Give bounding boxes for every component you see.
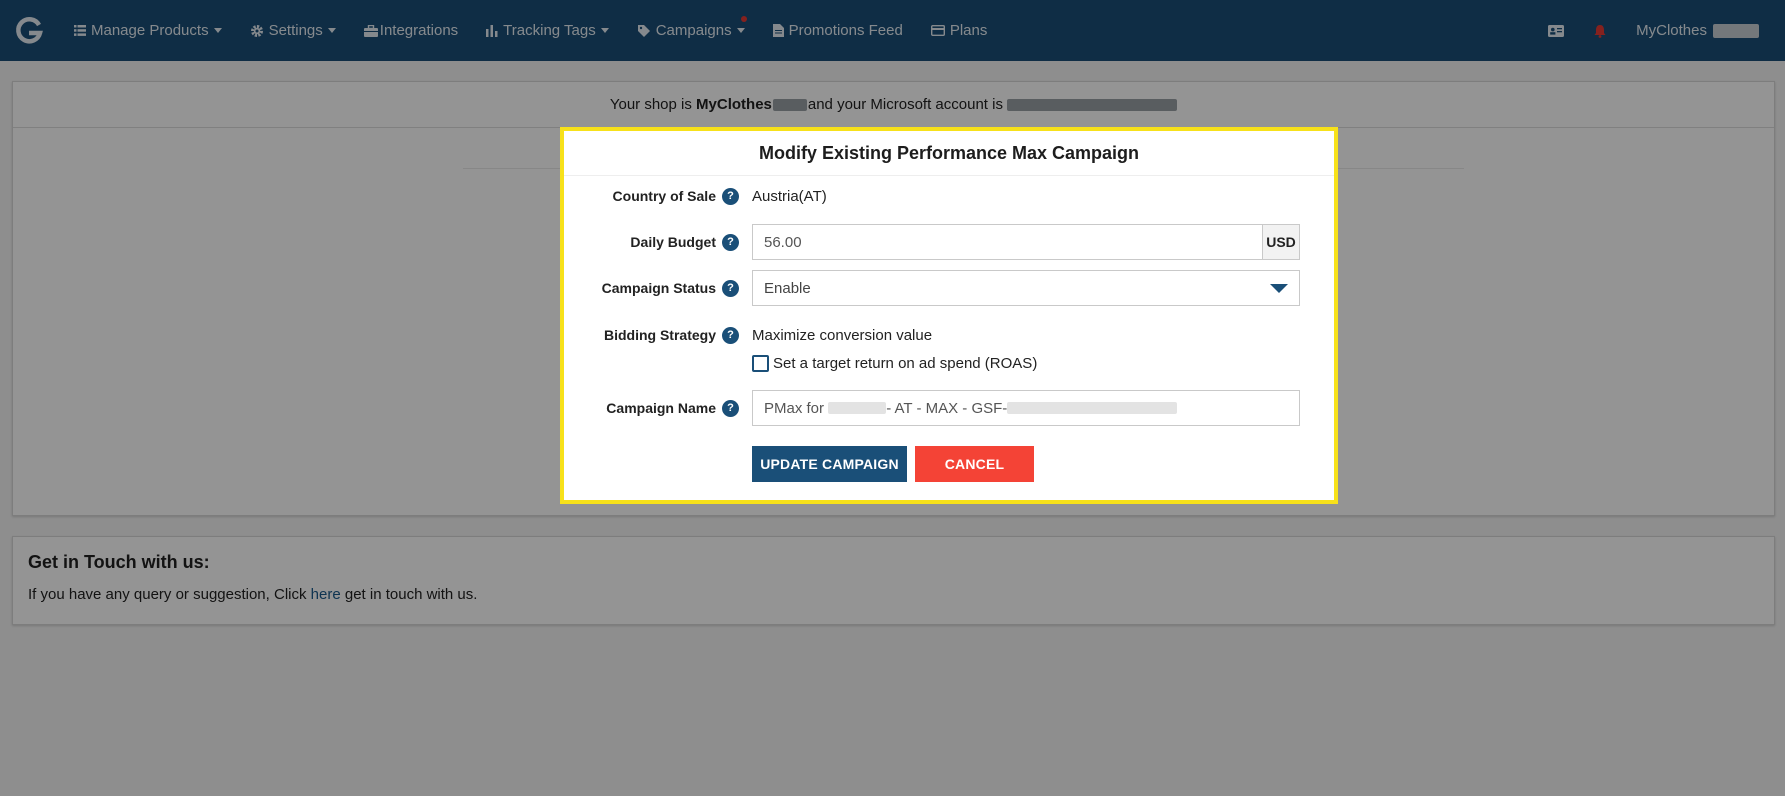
budget-label: Daily Budget (630, 234, 716, 250)
redacted-block (1007, 402, 1178, 414)
campaign-name-middle: - AT - MAX - GSF- (886, 399, 1008, 417)
cancel-button[interactable]: CANCEL (915, 446, 1034, 482)
bidding-row: Bidding Strategy ? Maximize conversion v… (564, 322, 1334, 348)
update-campaign-button[interactable]: UPDATE CAMPAIGN (752, 446, 907, 482)
roas-checkbox-label[interactable]: Set a target return on ad spend (ROAS) (773, 355, 1037, 372)
status-row: Campaign Status ? Enable (564, 270, 1334, 306)
country-label: Country of Sale (612, 188, 716, 204)
help-icon[interactable]: ? (722, 326, 739, 344)
help-icon[interactable]: ? (722, 279, 739, 297)
modal-actions: UPDATE CAMPAIGN CANCEL (752, 446, 1252, 482)
currency-addon: USD (1263, 224, 1300, 260)
chevron-down-icon (1270, 283, 1288, 293)
roas-checkbox[interactable] (752, 354, 769, 372)
campaign-name-row: Campaign Name ? PMax for - AT - MAX - GS… (564, 390, 1334, 426)
modal-title: Modify Existing Performance Max Campaign (564, 131, 1334, 176)
country-row: Country of Sale ? Austria(AT) (564, 183, 1334, 209)
status-label: Campaign Status (601, 280, 716, 296)
bidding-value: Maximize conversion value (752, 326, 933, 344)
budget-input-group: 56.00 USD (752, 224, 1300, 260)
help-icon[interactable]: ? (722, 399, 739, 417)
bidding-label: Bidding Strategy (603, 327, 716, 343)
budget-input[interactable]: 56.00 (752, 224, 1263, 260)
budget-row: Daily Budget ? 56.00 USD (564, 224, 1334, 260)
campaign-name-prefix: PMax for (764, 399, 829, 417)
status-selected-value: Enable (764, 279, 811, 297)
campaign-status-select[interactable]: Enable (752, 270, 1300, 306)
modify-campaign-modal: Modify Existing Performance Max Campaign… (560, 127, 1338, 504)
campaign-name-label: Campaign Name (606, 400, 716, 416)
redacted-block (828, 402, 887, 414)
roas-checkbox-row: Set a target return on ad spend (ROAS) (752, 351, 1252, 375)
campaign-name-input[interactable]: PMax for - AT - MAX - GSF- (752, 390, 1300, 426)
country-value: Austria(AT) (752, 187, 827, 205)
help-icon[interactable]: ? (722, 187, 739, 205)
help-icon[interactable]: ? (722, 233, 739, 251)
